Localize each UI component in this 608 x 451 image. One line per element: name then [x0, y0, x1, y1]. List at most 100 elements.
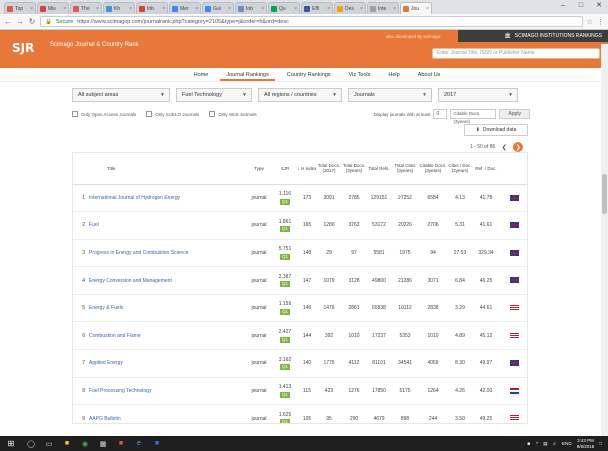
apply-button[interactable]: Apply	[499, 109, 530, 119]
journal-title-link[interactable]: Fuel Processing Technology	[89, 377, 245, 406]
back-icon[interactable]: ←	[4, 17, 12, 26]
notifications-icon[interactable]: □	[599, 441, 602, 446]
reload-icon[interactable]: ↻	[28, 17, 36, 26]
language-indicator[interactable]: ENG	[562, 441, 572, 446]
col-citable-3y[interactable]: Citable Docs. (3years)	[419, 153, 447, 185]
tab-close-icon[interactable]: ×	[360, 6, 363, 12]
rpd-cell: 46.25	[473, 266, 499, 295]
page-scrollbar[interactable]	[601, 44, 608, 438]
col-cites-3y[interactable]: Total Cites (3years)	[391, 153, 419, 185]
threshold-input[interactable]: 0	[433, 109, 448, 119]
browser-tab[interactable]: Top ×	[4, 2, 36, 14]
menu-item-country-rankings[interactable]: Country Rankings	[281, 68, 337, 81]
tab-close-icon[interactable]: ×	[294, 6, 297, 12]
open-access-checkbox[interactable]	[72, 111, 78, 117]
wos-checkbox[interactable]	[209, 111, 216, 117]
menu-item-help[interactable]: Help	[382, 68, 405, 81]
people-icon[interactable]: ☻	[526, 441, 531, 446]
browser-tab[interactable]: Des ×	[334, 2, 366, 14]
edge-icon[interactable]: e	[132, 438, 146, 449]
tab-close-icon[interactable]: ×	[228, 6, 231, 12]
browser-tab[interactable]: Inb ×	[136, 2, 168, 14]
browser-tab[interactable]: Gui ×	[202, 2, 234, 14]
subject-area-select[interactable]: All subject areas ▼	[72, 88, 170, 102]
menu-item-about-us[interactable]: About Us	[412, 68, 447, 81]
menu-item-journal-rankings[interactable]: Journal Rankings	[220, 68, 275, 81]
year-select[interactable]: 2017 ▼	[438, 88, 518, 102]
minimize-icon[interactable]: –	[554, 0, 572, 14]
col-sjr[interactable]: SJR	[273, 153, 297, 185]
browser-tab[interactable]: Inte ×	[367, 2, 399, 14]
col-refs-per-doc[interactable]: Ref. / Doc.	[473, 153, 499, 185]
tab-close-icon[interactable]: ×	[426, 6, 429, 12]
browser-tab[interactable]: Jou ×	[400, 2, 432, 14]
chevron-up-icon[interactable]: ^	[536, 441, 538, 446]
bookmark-star-icon[interactable]: ☆	[587, 18, 593, 26]
journal-search-input[interactable]: Enter Journal Title, ISSN or Publisher N…	[432, 48, 600, 59]
prev-page-icon[interactable]: ❮	[499, 142, 509, 152]
col-docs-year[interactable]: Total Docs. (2017)	[317, 153, 341, 185]
journal-title-link[interactable]: Energy Conversion and Management	[89, 266, 245, 295]
maximize-icon[interactable]: □	[572, 0, 590, 14]
volume-icon[interactable]: ♬	[552, 441, 557, 446]
tab-close-icon[interactable]: ×	[129, 6, 132, 12]
close-icon[interactable]: ✕	[590, 0, 608, 14]
app-icon[interactable]: ■	[150, 438, 164, 449]
tab-close-icon[interactable]: ×	[393, 6, 396, 12]
browser-tab[interactable]: The ×	[70, 2, 102, 14]
journal-title-link[interactable]: Progress in Energy and Combustion Scienc…	[89, 239, 245, 268]
tab-close-icon[interactable]: ×	[30, 6, 33, 12]
type-select[interactable]: Journals ▼	[348, 88, 432, 102]
download-row: ⬇ Download data 1 - 50 of 86 ❮ ❯	[0, 122, 608, 152]
journal-title-link[interactable]: Combustion and Flame	[89, 321, 245, 351]
next-page-icon[interactable]: ❯	[513, 142, 524, 152]
col-cites-per-doc[interactable]: Cites / Doc. (2years)	[447, 153, 473, 185]
journal-title-link[interactable]: Energy & Fuels	[89, 294, 245, 323]
tab-close-icon[interactable]: ×	[162, 6, 165, 12]
download-data-button[interactable]: ⬇ Download data	[464, 124, 528, 136]
col-refs[interactable]: Total Refs.	[367, 153, 391, 185]
tab-close-icon[interactable]: ×	[63, 6, 66, 12]
menu-item-viz-tools[interactable]: Viz Tools	[343, 68, 377, 81]
clock[interactable]: 3:43 PM 9/6/2018	[577, 438, 595, 449]
journal-title-link[interactable]: Fuel	[89, 211, 245, 240]
region-select[interactable]: All regions / countries ▼	[258, 88, 342, 102]
windows-start-icon[interactable]: ⊞	[0, 436, 22, 451]
menu-item-home[interactable]: Home	[188, 68, 215, 81]
site-name[interactable]: Scimago Journal & Country Rank	[50, 42, 139, 48]
url-field[interactable]: 🔒 Secure https://www.scimagojr.com/journ…	[40, 16, 583, 27]
browser-tab[interactable]: Mis ×	[37, 2, 69, 14]
journal-title-link[interactable]: Applied Energy	[89, 349, 245, 378]
scrollbar-thumb[interactable]	[602, 174, 607, 214]
journal-title-link[interactable]: International Journal of Hydrogen Energy	[89, 184, 245, 213]
search-icon[interactable]: ◯	[24, 438, 38, 449]
app-icon[interactable]: ■	[114, 438, 128, 449]
browser-tab[interactable]: Mer ×	[169, 2, 201, 14]
file-explorer-icon[interactable]: ■	[60, 438, 74, 449]
category-select[interactable]: Fuel Technology ▼	[176, 88, 252, 102]
store-icon[interactable]: ▦	[96, 438, 110, 449]
col-type[interactable]: Type	[245, 153, 273, 185]
browser-tab[interactable]: Inb ×	[235, 2, 267, 14]
tab-close-icon[interactable]: ×	[96, 6, 99, 12]
chrome-icon[interactable]: ◉	[78, 438, 92, 449]
institutions-rankings-link[interactable]: 🏛 SCIMAGO INSTITUTIONS RANKINGS	[458, 30, 608, 42]
col-docs-3y[interactable]: Total Docs. (3years)	[341, 153, 367, 185]
scielo-checkbox[interactable]	[146, 111, 153, 117]
tab-close-icon[interactable]: ×	[327, 6, 330, 12]
browser-tab[interactable]: Effi ×	[301, 2, 333, 14]
task-view-icon[interactable]: ▭	[42, 438, 56, 449]
browser-tab[interactable]: Qu ×	[268, 2, 300, 14]
tab-close-icon[interactable]: ×	[261, 6, 264, 12]
sjr-logo[interactable]: SJR	[12, 41, 34, 55]
journal-title-link[interactable]: AAPG Bulletin	[89, 404, 245, 423]
network-icon[interactable]: ▤	[543, 441, 547, 447]
browser-tab[interactable]: Kh ×	[103, 2, 135, 14]
col-h-index[interactable]: ↓ H index	[297, 153, 317, 185]
forward-icon[interactable]: →	[16, 17, 24, 26]
col-title[interactable]: Title	[89, 153, 245, 185]
citable-docs-select[interactable]: Citable Docs. (3years)	[450, 109, 497, 124]
menu-dots-icon[interactable]: ⋮	[597, 18, 604, 26]
tab-label: Des	[345, 5, 354, 12]
tab-close-icon[interactable]: ×	[195, 6, 198, 12]
